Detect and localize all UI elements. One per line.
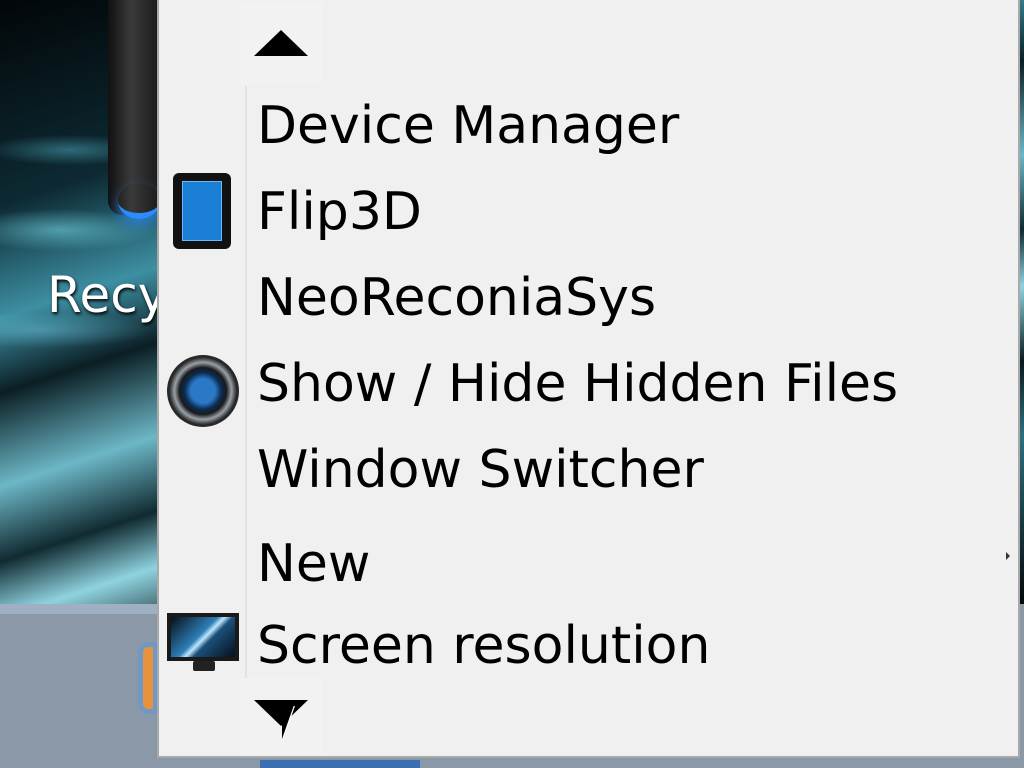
menu-item-show-hide-hidden-files[interactable]: Show / Hide Hidden Files — [159, 344, 1018, 430]
menu-item-screen-resolution[interactable]: Screen resolution — [159, 606, 1018, 678]
menu-item-label: Device Manager — [257, 96, 680, 156]
monitor-stand-icon — [193, 661, 215, 671]
mouse-cursor-icon — [282, 705, 294, 739]
menu-item-label: Show / Hide Hidden Files — [257, 354, 899, 414]
scroll-down-button[interactable] — [240, 678, 322, 756]
menu-item-new[interactable]: New — [159, 516, 1018, 602]
menu-item-device-manager[interactable]: Device Manager — [159, 86, 1018, 172]
menu-item-flip3d[interactable]: Flip3D — [159, 172, 1018, 258]
menu-item-neoreconiasys[interactable]: NeoReconiaSys — [159, 258, 1018, 344]
submenu-arrow-icon — [1006, 552, 1010, 560]
context-menu: Device Manager Flip3D NeoReconiaSys Show… — [157, 0, 1020, 758]
taskbar-active-indicator — [260, 760, 420, 768]
menu-item-label: Screen resolution — [257, 616, 711, 676]
taskbar-app-icon[interactable] — [138, 642, 158, 714]
menu-items: Device Manager Flip3D NeoReconiaSys Show… — [159, 86, 1018, 678]
menu-item-label: New — [257, 534, 371, 594]
tablet-icon — [173, 173, 231, 249]
triangle-up-icon — [254, 30, 308, 56]
monitor-icon — [167, 613, 239, 661]
taskbar-highlight — [0, 604, 160, 614]
triangle-down-icon — [254, 700, 308, 726]
recycle-bin-label[interactable]: Recy — [47, 266, 167, 324]
menu-item-label: Window Switcher — [257, 440, 704, 500]
menu-item-window-switcher[interactable]: Window Switcher — [159, 430, 1018, 516]
scroll-up-button[interactable] — [240, 2, 322, 84]
speaker-icon — [167, 355, 239, 427]
menu-item-label: NeoReconiaSys — [257, 268, 657, 328]
desktop-gadget-glow — [118, 183, 160, 219]
menu-item-label: Flip3D — [257, 182, 422, 242]
